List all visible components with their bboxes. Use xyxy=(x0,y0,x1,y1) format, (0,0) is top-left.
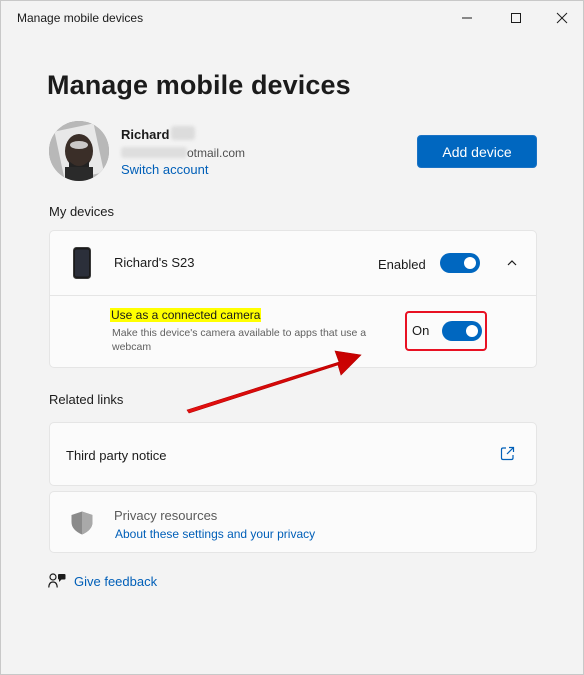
page-title: Manage mobile devices xyxy=(47,70,351,100)
avatar xyxy=(49,121,109,181)
toggle-knob xyxy=(464,257,476,269)
phone-icon xyxy=(73,247,91,284)
device-name: Richard's S23 xyxy=(114,255,195,270)
enabled-label: Enabled xyxy=(378,257,426,272)
account-name: Richard xyxy=(121,127,170,142)
redacted-surname xyxy=(171,126,195,140)
chevron-up-icon[interactable] xyxy=(506,256,518,274)
external-link-icon xyxy=(500,446,515,466)
minimize-icon xyxy=(462,17,472,19)
my-devices-heading: My devices xyxy=(49,204,115,219)
third-party-notice-card[interactable]: Third party notice xyxy=(49,422,537,486)
device-card: Richard's S23 Enabled Use as a connected… xyxy=(49,230,537,368)
privacy-settings-link[interactable]: About these settings and your privacy xyxy=(115,527,315,541)
related-links-heading: Related links xyxy=(49,392,124,407)
close-icon xyxy=(556,12,568,24)
connected-camera-title: Use as a connected camera xyxy=(110,308,262,322)
camera-state-label: On xyxy=(412,323,430,338)
privacy-resources-card: Privacy resources About these settings a… xyxy=(49,491,537,553)
give-feedback-link[interactable]: Give feedback xyxy=(74,574,157,589)
toggle-knob xyxy=(466,325,478,337)
window-title: Manage mobile devices xyxy=(17,11,144,25)
maximize-button[interactable] xyxy=(493,1,539,35)
divider xyxy=(50,295,536,296)
connected-camera-toggle[interactable] xyxy=(442,321,482,341)
connected-camera-description: Make this device's camera available to a… xyxy=(112,327,367,353)
account-email: otmail.com xyxy=(187,146,246,160)
app-window: Manage mobile devices Manage mobile devi… xyxy=(0,0,584,675)
switch-account-link[interactable]: Switch account xyxy=(121,162,208,177)
minimize-button[interactable] xyxy=(444,1,490,35)
add-device-button[interactable]: Add device xyxy=(417,135,537,168)
redacted-email xyxy=(121,147,187,158)
device-enabled-toggle[interactable] xyxy=(440,253,480,273)
close-button[interactable] xyxy=(539,1,584,35)
maximize-icon xyxy=(511,13,521,23)
feedback-icon xyxy=(48,573,66,594)
shield-icon xyxy=(69,510,95,541)
title-bar: Manage mobile devices xyxy=(1,1,583,35)
privacy-resources-label: Privacy resources xyxy=(114,508,218,523)
profile-photo xyxy=(49,121,109,181)
third-party-notice-label: Third party notice xyxy=(66,448,167,463)
